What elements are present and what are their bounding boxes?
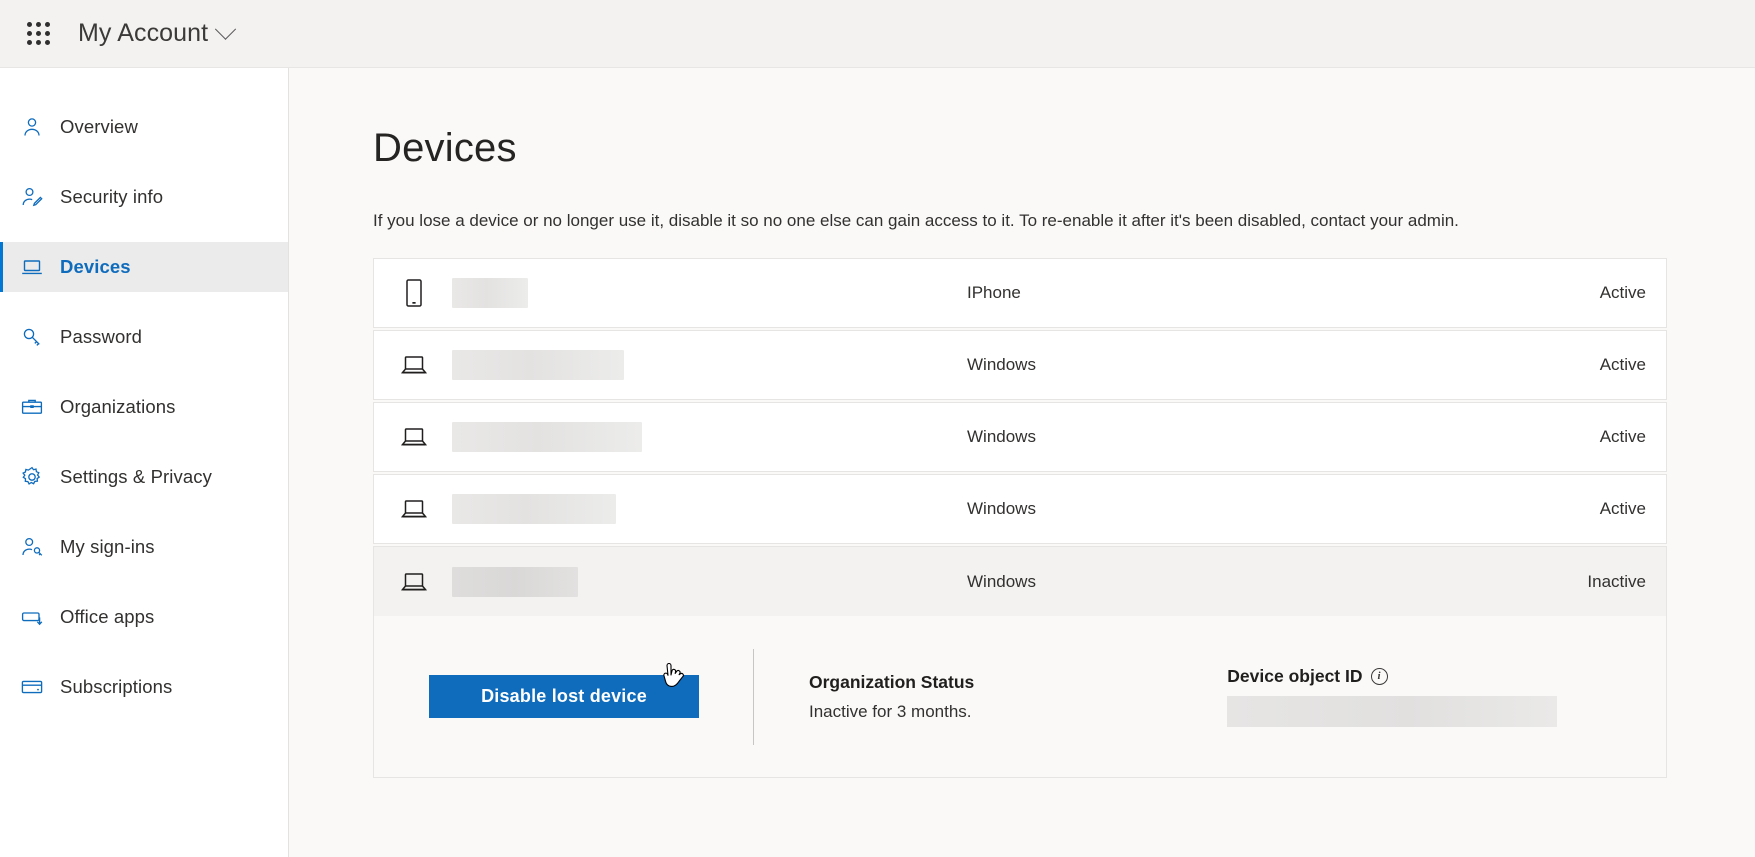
laptop-icon bbox=[394, 425, 434, 449]
laptop-icon bbox=[394, 497, 434, 521]
gear-icon bbox=[20, 465, 44, 489]
person-icon bbox=[20, 115, 44, 139]
table-row[interactable]: Windows Active bbox=[373, 402, 1667, 472]
device-object-id-value-redacted bbox=[1227, 696, 1558, 727]
chevron-down-icon[interactable] bbox=[215, 18, 237, 40]
sidebar-item-label: Subscriptions bbox=[60, 676, 173, 697]
app-shell: Overview Security info Devices Password … bbox=[0, 68, 1755, 857]
device-object-id-field: Device object ID i bbox=[1227, 649, 1558, 745]
sidebar-item-settings-privacy[interactable]: Settings & Privacy bbox=[0, 452, 288, 502]
device-detail-panel: Disable lost device Organization Status … bbox=[373, 616, 1667, 778]
device-os: Windows bbox=[967, 499, 1036, 518]
table-row-selected[interactable]: Windows Inactive bbox=[373, 546, 1667, 616]
sidebar-item-label: Devices bbox=[60, 256, 131, 277]
top-app-bar: My Account bbox=[0, 0, 1755, 68]
status-badge: Active bbox=[1599, 355, 1646, 374]
vertical-divider bbox=[753, 648, 754, 745]
table-row[interactable]: Windows Active bbox=[373, 330, 1667, 400]
page-title: Devices bbox=[373, 126, 517, 170]
device-os: Windows bbox=[967, 571, 1036, 591]
table-row[interactable]: IPhone Active bbox=[373, 258, 1667, 328]
sidebar-item-my-sign-ins[interactable]: My sign-ins bbox=[0, 522, 288, 572]
person-key-icon bbox=[20, 535, 44, 559]
sidebar-item-security-info[interactable]: Security info bbox=[0, 172, 288, 222]
laptop-icon bbox=[394, 570, 434, 594]
sidebar-item-subscriptions[interactable]: Subscriptions bbox=[0, 662, 288, 712]
office-apps-icon bbox=[20, 605, 44, 629]
sidebar-item-password[interactable]: Password bbox=[0, 312, 288, 362]
device-os: Windows bbox=[967, 427, 1036, 446]
table-row[interactable]: Windows Active bbox=[373, 474, 1667, 544]
briefcase-icon bbox=[20, 395, 44, 419]
device-name-redacted bbox=[452, 566, 578, 597]
person-edit-icon bbox=[20, 185, 44, 209]
sidebar-item-label: Office apps bbox=[60, 606, 155, 627]
device-os: Windows bbox=[967, 355, 1036, 374]
laptop-icon bbox=[394, 353, 434, 377]
sidebar-item-office-apps[interactable]: Office apps bbox=[0, 592, 288, 642]
page-description: If you lose a device or no longer use it… bbox=[373, 211, 1459, 230]
sidebar-item-label: Settings & Privacy bbox=[60, 466, 212, 487]
device-os: IPhone bbox=[967, 283, 1021, 302]
organization-status-label: Organization Status bbox=[809, 671, 975, 692]
disable-lost-device-button[interactable]: Disable lost device bbox=[429, 675, 699, 718]
device-name-redacted bbox=[452, 350, 624, 380]
app-title: My Account bbox=[78, 19, 209, 47]
organization-status-field: Organization Status Inactive for 3 month… bbox=[809, 649, 974, 745]
key-icon bbox=[20, 325, 44, 349]
sidebar-item-label: My sign-ins bbox=[60, 536, 155, 557]
my-account-menu[interactable]: My Account bbox=[78, 18, 237, 48]
device-list: IPhone Active Windows Active Windows Act… bbox=[373, 258, 1667, 778]
organization-status-value: Inactive for 3 months. bbox=[809, 701, 972, 721]
device-name-redacted bbox=[452, 278, 528, 308]
sidebar-item-label: Password bbox=[60, 326, 143, 347]
sidebar-item-devices[interactable]: Devices bbox=[0, 242, 288, 292]
sidebar-item-organizations[interactable]: Organizations bbox=[0, 382, 288, 432]
device-name-redacted bbox=[452, 422, 642, 452]
sidebar-nav: Overview Security info Devices Password … bbox=[0, 68, 289, 857]
sidebar-item-label: Organizations bbox=[60, 396, 176, 417]
status-badge: Active bbox=[1599, 427, 1646, 446]
status-badge: Active bbox=[1599, 499, 1646, 518]
credit-card-icon bbox=[20, 675, 44, 699]
sidebar-item-overview[interactable]: Overview bbox=[0, 102, 288, 152]
device-name-redacted bbox=[452, 494, 616, 524]
device-object-id-label-text: Device object ID bbox=[1227, 666, 1363, 686]
sidebar-item-label: Overview bbox=[60, 116, 138, 137]
sidebar-item-label: Security info bbox=[60, 186, 164, 207]
app-launcher-icon[interactable] bbox=[14, 10, 62, 58]
status-badge: Active bbox=[1599, 283, 1646, 302]
status-badge: Inactive bbox=[1587, 571, 1646, 591]
info-icon[interactable]: i bbox=[1370, 668, 1388, 685]
laptop-icon bbox=[20, 255, 44, 279]
phone-icon bbox=[394, 278, 434, 308]
device-object-id-label: Device object ID i bbox=[1227, 666, 1557, 687]
main-content: Devices If you lose a device or no longe… bbox=[289, 68, 1755, 857]
